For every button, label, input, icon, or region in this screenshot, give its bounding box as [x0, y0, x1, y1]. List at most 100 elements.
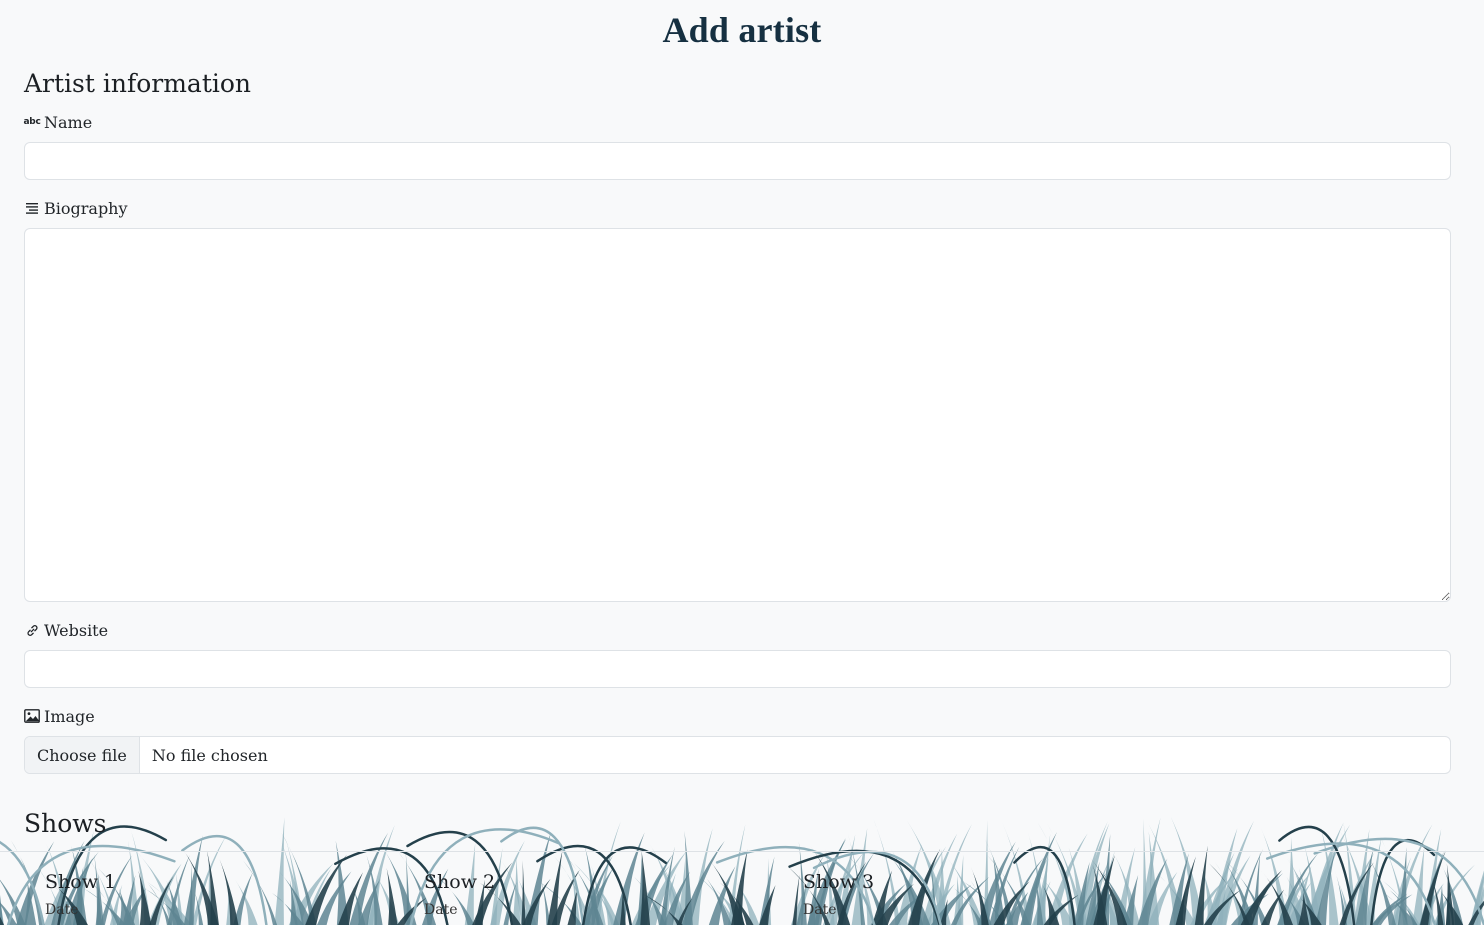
grass-blade — [613, 832, 645, 925]
grass-blade — [644, 850, 687, 925]
grass-blade — [649, 843, 685, 925]
grass-blade — [1261, 870, 1294, 925]
grass-blade — [1340, 852, 1375, 925]
grass-blade — [1139, 817, 1161, 925]
grass-blade — [1231, 893, 1269, 925]
grass-blade — [1101, 876, 1120, 925]
grass-blade — [1086, 861, 1109, 925]
grass-blade — [138, 870, 152, 925]
grass-arc — [500, 826, 585, 925]
grass-blade — [547, 850, 563, 925]
grass-blade — [592, 878, 620, 925]
grass-blade — [989, 846, 1020, 925]
grass-blade — [700, 869, 732, 925]
grass-blade — [207, 862, 213, 925]
grass-blade — [728, 824, 746, 925]
website-label: Website — [24, 619, 108, 641]
grass-blade — [1148, 823, 1185, 925]
text-lines-icon — [24, 200, 40, 216]
show-3-title: Show 3 — [803, 871, 875, 893]
grass-blade — [1123, 875, 1139, 925]
grass-blade — [522, 878, 551, 925]
grass-blade — [906, 820, 951, 925]
grass-blade — [349, 832, 389, 925]
grass-blade — [1170, 816, 1205, 925]
grass-blade — [1445, 877, 1451, 925]
grass-blade — [1295, 892, 1322, 925]
grass-blade — [1431, 876, 1444, 925]
grass-blade — [181, 846, 219, 925]
page-title: Add artist — [662, 10, 822, 50]
image-icon — [24, 708, 40, 724]
grass-blade — [1093, 855, 1115, 925]
grass-blade — [148, 883, 172, 925]
grass-blade — [583, 871, 594, 925]
grass-blade — [1382, 892, 1418, 925]
grass-blade — [278, 870, 313, 925]
grass-blade — [175, 870, 184, 925]
grass-blade — [1277, 852, 1319, 925]
grass-blade — [872, 870, 893, 925]
grass-blade — [886, 852, 931, 925]
grass-blade — [1033, 857, 1049, 925]
grass-blade — [1239, 873, 1284, 925]
grass-arc — [0, 841, 45, 925]
grass-blade — [1100, 834, 1111, 925]
grass-blade — [1389, 890, 1418, 925]
grass-blade — [0, 901, 5, 925]
grass-blade — [357, 879, 381, 925]
name-input[interactable] — [24, 142, 1451, 180]
grass-blade — [659, 846, 675, 925]
grass-blade — [1277, 873, 1310, 925]
show-1-title: Show 1 — [45, 871, 117, 893]
grass-blade — [992, 854, 1006, 925]
grass-blade — [569, 860, 581, 925]
grass-blade — [1214, 861, 1246, 925]
grass-blade — [970, 866, 989, 925]
grass-blade — [1343, 821, 1357, 925]
grass-blade — [731, 849, 748, 925]
grass-blade — [1087, 854, 1128, 925]
grass-blade — [1022, 865, 1043, 925]
grass-blade — [1392, 824, 1433, 925]
grass-blade — [122, 875, 136, 925]
grass-blade — [896, 844, 923, 925]
grass-blade — [643, 894, 683, 925]
grass-blade — [1468, 900, 1484, 925]
grass-blade — [0, 879, 26, 925]
grass-blade — [1469, 870, 1484, 925]
grass-blade — [1038, 874, 1074, 925]
grass-arc — [1265, 842, 1437, 925]
grass-blade — [1287, 881, 1312, 925]
show-2-title: Show 2 — [424, 871, 496, 893]
grass-blade — [127, 840, 140, 925]
grass-blade — [1338, 881, 1353, 925]
grass-blade — [1210, 828, 1238, 925]
grass-blade — [1397, 847, 1407, 925]
grass-blade — [1190, 877, 1228, 925]
choose-file-button[interactable]: Choose file — [25, 737, 140, 773]
grass-blade — [226, 881, 234, 925]
website-input[interactable] — [24, 650, 1451, 688]
grass-blade — [10, 840, 45, 925]
grass-blade — [1115, 847, 1136, 925]
grass-blade — [595, 821, 621, 925]
grass-blade — [736, 897, 745, 925]
grass-blade — [1073, 861, 1090, 925]
name-label: abc Name — [24, 111, 93, 133]
grass-blade — [759, 856, 775, 925]
grass-blade — [870, 883, 907, 925]
grass-blade — [1156, 873, 1197, 925]
grass-blade — [1020, 832, 1057, 925]
grass-blade — [889, 892, 926, 925]
image-file-input[interactable]: Choose file No file chosen — [24, 736, 1451, 774]
grass-blade — [385, 851, 417, 925]
grass-blade — [206, 850, 219, 925]
grass-arc — [581, 846, 668, 925]
grass-blade — [1423, 828, 1442, 925]
biography-textarea[interactable] — [24, 228, 1451, 602]
grass-blade — [1418, 883, 1444, 925]
show-3-subtitle: Date — [803, 902, 837, 918]
biography-label: Biography — [24, 197, 128, 219]
grass-blade — [908, 848, 941, 925]
